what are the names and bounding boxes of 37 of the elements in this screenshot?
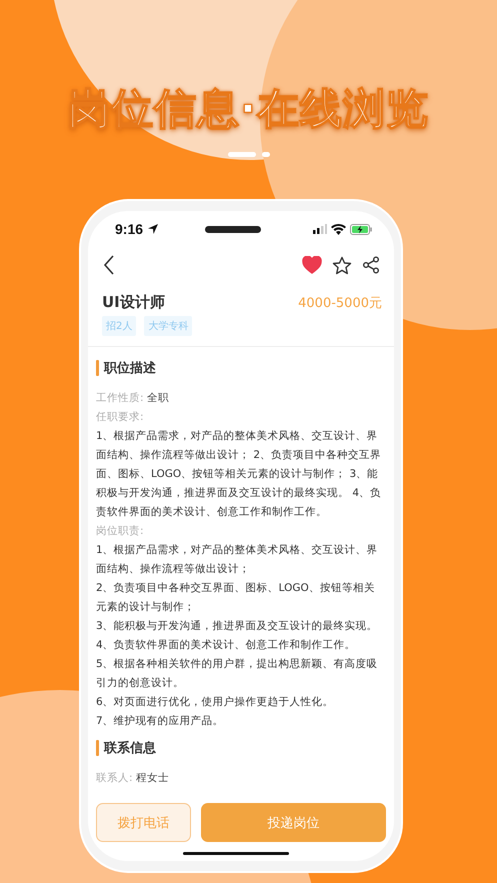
description-text: 3、能积极与开发沟通，推进界面及交互设计的最终实现。 — [96, 619, 379, 634]
description-text: 2、负责项目中各种交互界面、图标、LOGO、按钮等相关元素的设计与制作； — [96, 581, 376, 615]
battery-icon — [350, 224, 372, 234]
tag: 大学专科 — [144, 316, 192, 336]
section-marker — [96, 360, 99, 376]
description-text: 5、根据各种相关软件的用户群，提出构思新颖、有高度吸引力的创意设计。 — [96, 657, 379, 691]
page-indicator — [262, 152, 270, 157]
share-icon[interactable] — [362, 256, 380, 274]
apply-button[interactable]: 投递岗位 — [201, 803, 386, 842]
salary: 4000-5000元 — [298, 294, 382, 312]
signal-icon — [313, 224, 327, 234]
page-indicator — [228, 152, 256, 157]
description-text: 1、根据产品需求，对产品的整体美术风格、交互设计、界面结构、操作流程等做出设计； — [96, 543, 379, 577]
field-value: 全职 — [146, 392, 169, 404]
section-title: 联系信息 — [104, 740, 156, 757]
field-label: 岗位职责: — [96, 524, 145, 539]
description-text: 6、对页面进行优化，使用户操作更趋于人性化。 — [96, 695, 335, 710]
tag: 招2人 — [102, 316, 136, 336]
dynamic-island — [205, 226, 262, 232]
section-marker — [96, 740, 99, 756]
description-text: 7、维护现有的应用产品。 — [96, 714, 225, 729]
description-text: 4、负责软件界面的美术设计、创意工作和制作工作。 — [96, 638, 357, 653]
description-text: 1、根据产品需求，对产品的整体美术风格、交互设计、界面结构、操作流程等做出设计； 2、负责项目中各种交互界面、图标、LOGO、按钮等相关元素的设计与制作； 3、能积极与开发沟通，推进界面及交互设计的最终实现。 4、负责软件界面的美术设计、创意工作和制作工作。 — [96, 429, 382, 520]
star-icon[interactable] — [332, 256, 352, 274]
section-title: 职位描述 — [104, 360, 156, 377]
job-title: UI设计师 — [102, 293, 165, 312]
back-icon[interactable] — [102, 254, 116, 276]
field-label: 联系人: — [96, 772, 133, 784]
headline: 岗位信息·在线浏览 — [68, 83, 429, 135]
field-label: 任职要求: — [96, 410, 145, 425]
status-time: 9:16 — [115, 221, 144, 237]
call-button[interactable]: 拨打电话 — [96, 803, 191, 842]
wifi-icon — [331, 224, 346, 234]
field-label: 工作性质: — [96, 392, 144, 404]
field-value: 程女士 — [136, 772, 169, 784]
location-icon — [147, 223, 160, 235]
heart-icon[interactable] — [302, 256, 322, 274]
